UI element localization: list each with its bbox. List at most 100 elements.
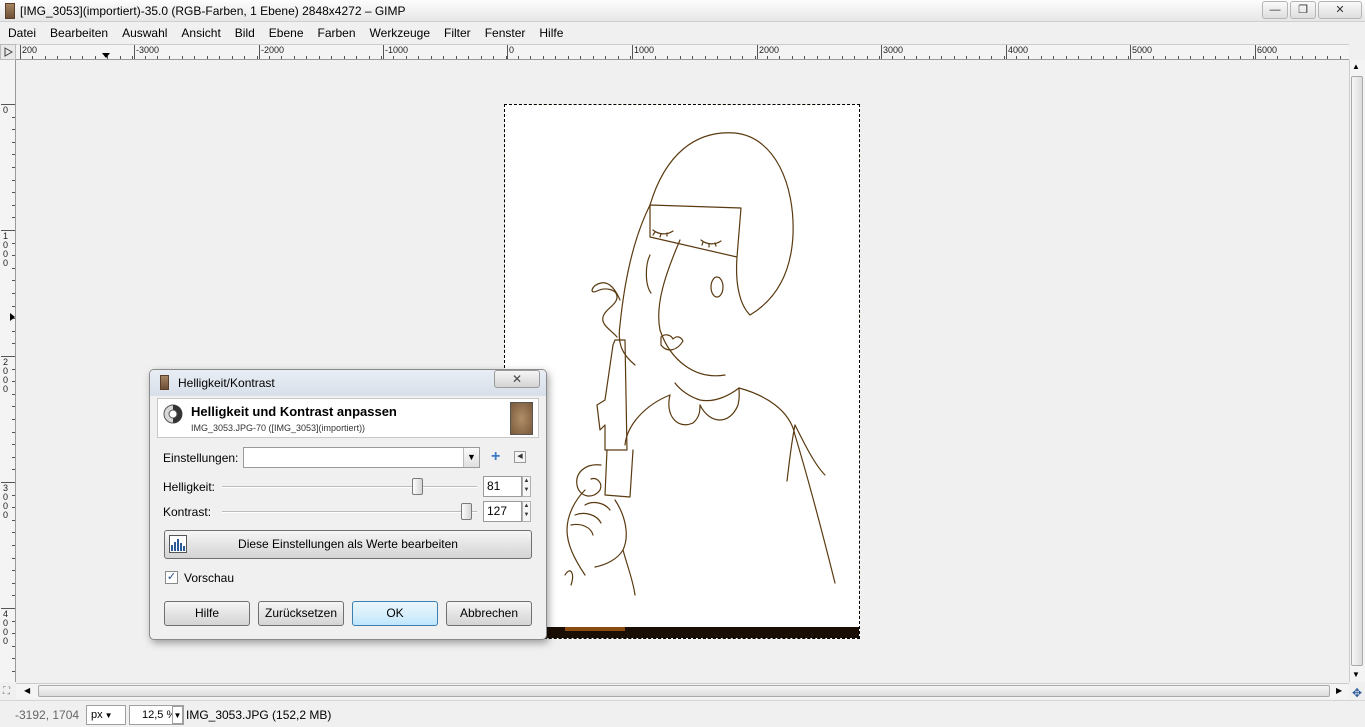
ruler-major-tick [383, 45, 384, 59]
ruler-minor-tick [406, 56, 407, 59]
contrast-spin-buttons[interactable]: ▲ ▼ [522, 501, 531, 522]
ruler-minor-tick [829, 56, 830, 59]
brightness-slider-track[interactable] [222, 486, 477, 488]
brightness-slider-handle[interactable] [412, 478, 423, 495]
ruler-minor-tick [12, 205, 15, 206]
dialog-close-button[interactable]: ✕ [494, 370, 540, 388]
ruler-minor-tick [1066, 56, 1067, 59]
ruler-minor-tick [618, 56, 619, 59]
unit-select[interactable]: px ▼ [86, 705, 126, 725]
scroll-up-icon[interactable]: ▲ [1352, 62, 1360, 71]
menu-hilfe[interactable]: Hilfe [539, 26, 563, 40]
menu-farben[interactable]: Farben [318, 26, 356, 40]
ruler-minor-tick [1178, 56, 1179, 59]
contrast-slider-handle[interactable] [461, 503, 472, 520]
settings-combo[interactable] [243, 447, 480, 468]
zoom-fit-icon[interactable]: ⛶ [3, 686, 10, 697]
vertical-ruler[interactable]: 0 1000 2000 3000 4000 [0, 60, 16, 682]
brightness-input[interactable]: 81 [483, 476, 522, 497]
ruler-minor-tick [32, 56, 33, 59]
ruler-minor-tick [605, 56, 606, 59]
ruler-minor-tick [244, 56, 245, 59]
ruler-minor-tick [12, 570, 15, 571]
menu-bild[interactable]: Bild [235, 26, 255, 40]
ruler-major-tick [134, 45, 135, 59]
menu-auswahl[interactable]: Auswahl [122, 26, 167, 40]
ruler-minor-tick [45, 56, 46, 59]
menu-ansicht[interactable]: Ansicht [181, 26, 220, 40]
ruler-minor-tick [95, 56, 96, 59]
menu-ebene[interactable]: Ebene [269, 26, 304, 40]
ruler-minor-tick [20, 56, 21, 59]
menu-filter[interactable]: Filter [444, 26, 471, 40]
add-preset-icon[interactable]: + [491, 449, 500, 465]
edit-as-values-button[interactable]: Diese Einstellungen als Werte bearbeiten [164, 530, 532, 559]
menu-bearbeiten[interactable]: Bearbeiten [50, 26, 108, 40]
levels-icon [169, 535, 187, 553]
chevron-down-icon[interactable]: ▼ [172, 706, 183, 724]
ruler-minor-tick [842, 56, 843, 59]
ruler-minor-tick [12, 230, 15, 231]
ruler-minor-tick [767, 56, 768, 59]
navigate-icon[interactable]: ✥ [1352, 686, 1362, 700]
ruler-minor-tick [1016, 56, 1017, 59]
ruler-minor-tick [892, 56, 893, 59]
ruler-minor-tick [1116, 56, 1117, 59]
ruler-minor-tick [1203, 56, 1204, 59]
ruler-minor-tick [12, 658, 15, 659]
ruler-minor-tick [12, 356, 15, 357]
ruler-minor-tick [306, 56, 307, 59]
horizontal-ruler[interactable]: 200 -3000 -2000 -1000 0 1000 2000 3000 4000 5000 6… [16, 44, 1349, 60]
ruler-minor-tick [730, 56, 731, 59]
ruler-minor-tick [319, 56, 320, 59]
settings-combo-value [244, 450, 248, 464]
contrast-input[interactable]: 127 [483, 501, 522, 522]
contrast-slider-track[interactable] [222, 511, 477, 513]
scroll-right-icon[interactable]: ▶ [1336, 686, 1342, 695]
ruler-minor-tick [1228, 56, 1229, 59]
close-button[interactable]: ✕ [1318, 1, 1362, 19]
ruler-minor-tick [1277, 56, 1278, 59]
ruler-minor-tick [12, 217, 15, 218]
ruler-label: 2000 [3, 357, 9, 394]
vertical-scrollbar-thumb[interactable] [1351, 76, 1363, 666]
menu-datei[interactable]: Datei [8, 26, 36, 40]
ruler-minor-tick [979, 56, 980, 59]
help-button[interactable]: Hilfe [164, 601, 250, 626]
ok-button[interactable]: OK [352, 601, 438, 626]
ruler-minor-tick [12, 457, 15, 458]
ruler-minor-tick [12, 621, 15, 622]
ruler-minor-tick [12, 520, 15, 521]
ruler-minor-tick [12, 545, 15, 546]
chevron-down-icon[interactable]: ▼ [463, 448, 479, 467]
chevron-down-icon: ▼ [104, 711, 113, 720]
preview-checkbox[interactable]: ✓ [165, 571, 178, 584]
preview-label[interactable]: Vorschau [184, 571, 234, 585]
ruler-minor-tick [12, 331, 15, 332]
preset-menu-icon[interactable]: ◀ [514, 451, 526, 463]
image-canvas[interactable] [504, 104, 860, 639]
ruler-minor-tick [194, 56, 195, 59]
menu-werkzeuge[interactable]: Werkzeuge [370, 26, 430, 40]
minimize-button[interactable]: — [1262, 1, 1288, 19]
ruler-minor-tick [1290, 56, 1291, 59]
brightness-spin-buttons[interactable]: ▲ ▼ [522, 476, 531, 497]
ruler-label: -1000 [385, 45, 409, 55]
menu-fenster[interactable]: Fenster [485, 26, 526, 40]
ruler-minor-tick [12, 633, 15, 634]
maximize-button[interactable]: ❐ [1290, 1, 1316, 19]
scroll-left-icon[interactable]: ◀ [24, 686, 30, 695]
quick-mask-toggle-icon[interactable] [0, 44, 16, 60]
ruler-minor-tick [418, 56, 419, 59]
scroll-down-icon[interactable]: ▼ [1352, 670, 1360, 679]
ruler-minor-tick [207, 56, 208, 59]
ruler-minor-tick [294, 56, 295, 59]
reset-button[interactable]: Zurücksetzen [258, 601, 344, 626]
ruler-label: 2000 [759, 45, 780, 55]
ruler-major-tick [1130, 45, 1131, 59]
horizontal-scrollbar-thumb[interactable] [38, 685, 1330, 697]
ruler-minor-tick [854, 56, 855, 59]
ruler-minor-tick [1302, 56, 1303, 59]
ruler-minor-tick [792, 56, 793, 59]
cancel-button[interactable]: Abbrechen [446, 601, 532, 626]
